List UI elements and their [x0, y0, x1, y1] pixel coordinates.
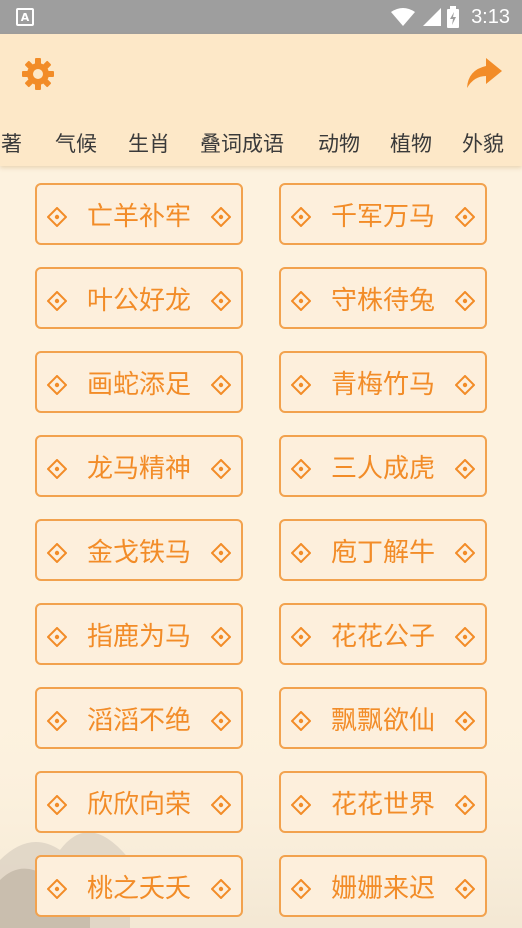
idiom-label: 指鹿为马 — [86, 621, 191, 652]
diamond-icon — [46, 456, 68, 480]
idiom-label: 花花公子 — [330, 621, 435, 652]
diamond-icon — [210, 708, 232, 732]
diamond-icon — [210, 876, 232, 900]
idiom-button[interactable]: 金戈铁马 — [35, 519, 243, 581]
diamond-icon — [46, 876, 68, 900]
diamond-icon — [290, 204, 312, 228]
idiom-button[interactable]: 飘飘欲仙 — [279, 687, 487, 749]
idiom-label: 画蛇添足 — [86, 369, 191, 400]
idiom-button[interactable]: 龙马精神 — [35, 435, 243, 497]
diamond-icon — [454, 540, 476, 564]
diamond-icon — [210, 288, 232, 312]
diamond-icon — [290, 456, 312, 480]
diamond-icon — [290, 540, 312, 564]
idiom-label: 金戈铁马 — [86, 537, 191, 568]
diamond-icon — [290, 372, 312, 396]
idiom-button[interactable]: 庖丁解牛 — [279, 519, 487, 581]
idiom-label: 龙马精神 — [86, 453, 191, 484]
idiom-label: 青梅竹马 — [330, 369, 435, 400]
idiom-label: 姗姗来迟 — [330, 873, 435, 904]
diamond-icon — [454, 288, 476, 312]
diamond-icon — [210, 204, 232, 228]
idiom-label: 叶公好龙 — [86, 285, 191, 316]
idiom-label: 守株待兔 — [330, 285, 435, 316]
diamond-icon — [46, 624, 68, 648]
idiom-label: 千军万马 — [330, 201, 435, 232]
diamond-icon — [290, 792, 312, 816]
idiom-button[interactable]: 花花公子 — [279, 603, 487, 665]
idiom-label: 飘飘欲仙 — [330, 705, 435, 736]
diamond-icon — [454, 204, 476, 228]
diamond-icon — [46, 540, 68, 564]
diamond-icon — [290, 876, 312, 900]
diamond-icon — [454, 792, 476, 816]
diamond-icon — [46, 708, 68, 732]
diamond-icon — [290, 708, 312, 732]
diamond-icon — [210, 792, 232, 816]
idiom-label: 桃之夭夭 — [86, 873, 191, 904]
idiom-button[interactable]: 姗姗来迟 — [279, 855, 487, 917]
idiom-button[interactable]: 指鹿为马 — [35, 603, 243, 665]
idiom-button[interactable]: 守株待兔 — [279, 267, 487, 329]
idiom-label: 庖丁解牛 — [330, 537, 435, 568]
idiom-button[interactable]: 亡羊补牢 — [35, 183, 243, 245]
diamond-icon — [454, 456, 476, 480]
idiom-label: 花花世界 — [330, 789, 435, 820]
diamond-icon — [454, 372, 476, 396]
idiom-label: 亡羊补牢 — [86, 201, 191, 232]
idiom-label: 滔滔不绝 — [86, 705, 191, 736]
diamond-icon — [210, 456, 232, 480]
diamond-icon — [290, 624, 312, 648]
idiom-button[interactable]: 青梅竹马 — [279, 351, 487, 413]
idiom-label: 三人成虎 — [330, 453, 435, 484]
diamond-icon — [454, 876, 476, 900]
idiom-label: 欣欣向荣 — [86, 789, 191, 820]
diamond-icon — [454, 708, 476, 732]
idiom-button[interactable]: 欣欣向荣 — [35, 771, 243, 833]
idiom-button[interactable]: 花花世界 — [279, 771, 487, 833]
diamond-icon — [46, 204, 68, 228]
idiom-button[interactable]: 画蛇添足 — [35, 351, 243, 413]
diamond-icon — [46, 288, 68, 312]
diamond-icon — [290, 288, 312, 312]
diamond-icon — [46, 792, 68, 816]
diamond-icon — [210, 372, 232, 396]
idiom-button[interactable]: 三人成虎 — [279, 435, 487, 497]
idiom-button[interactable]: 叶公好龙 — [35, 267, 243, 329]
diamond-icon — [210, 624, 232, 648]
idiom-button[interactable]: 滔滔不绝 — [35, 687, 243, 749]
diamond-icon — [454, 624, 476, 648]
idiom-button[interactable]: 千军万马 — [279, 183, 487, 245]
diamond-icon — [210, 540, 232, 564]
idiom-grid: 亡羊补牢 千军万马叶公好龙 守株待兔画蛇添足 青梅竹马龙马精神 三人成虎金戈铁马 庖丁解牛… — [0, 0, 522, 928]
diamond-icon — [46, 372, 68, 396]
idiom-button[interactable]: 桃之夭夭 — [35, 855, 243, 917]
